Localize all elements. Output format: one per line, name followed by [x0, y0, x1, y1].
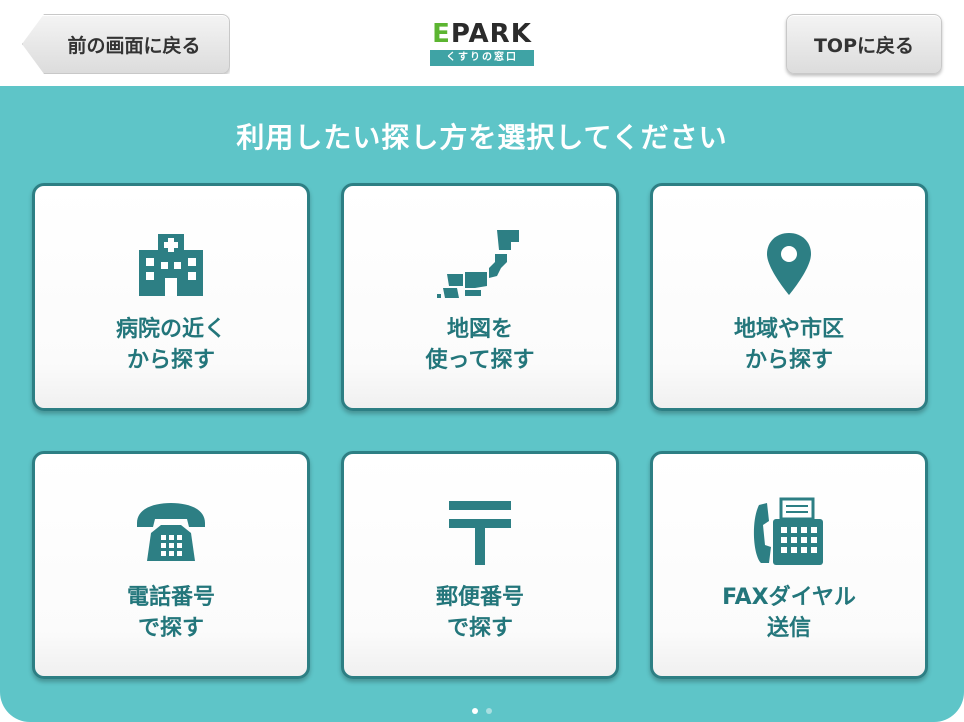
option-label-line1: FAXダイヤル: [722, 585, 856, 610]
option-area-search[interactable]: 地域や市区 から探す: [650, 183, 928, 411]
option-fax-dial[interactable]: FAXダイヤル 送信: [650, 451, 928, 679]
option-label: FAXダイヤル 送信: [722, 582, 856, 644]
option-map-search[interactable]: 地図を 使って探す: [341, 183, 619, 411]
top-button[interactable]: TOPに戻る: [786, 14, 942, 74]
option-label-line1: 病院の近く: [115, 317, 226, 342]
option-nearby-hospital[interactable]: 病院の近く から探す: [32, 183, 310, 411]
option-label-line1: 郵便番号: [435, 585, 524, 610]
option-label-line2: 送信: [766, 616, 811, 641]
option-label: 電話番号 で探す: [127, 582, 215, 644]
option-label: 地図を 使って探す: [426, 314, 535, 376]
option-phone-search[interactable]: 電話番号 で探す: [32, 451, 310, 679]
app-frame: 前の画面に戻る E PARK くすりの窓口 TOPに戻る 利用したい探し方を選択し…: [0, 0, 964, 722]
logo-subtitle: くすりの窓口: [430, 50, 534, 66]
option-label: 地域や市区 から探す: [734, 314, 844, 376]
page-indicator: [0, 708, 964, 714]
option-label-line2: から探す: [126, 348, 215, 373]
back-button[interactable]: 前の画面に戻る: [22, 14, 230, 74]
top-button-label: TOPに戻る: [813, 34, 915, 57]
postal-mark-icon: [435, 496, 525, 568]
location-pin-icon: [744, 228, 834, 300]
option-label-line1: 地図を: [446, 317, 513, 342]
japan-map-icon: [435, 228, 525, 300]
option-postal-search[interactable]: 郵便番号 で探す: [341, 451, 619, 679]
epark-logo: E PARK くすりの窓口: [428, 19, 536, 68]
telephone-icon: [126, 496, 216, 568]
logo-wordmark: E PARK: [428, 19, 536, 49]
option-label: 病院の近く から探す: [116, 314, 226, 376]
page-dot-active[interactable]: [472, 708, 478, 714]
back-button-label: 前の画面に戻る: [67, 34, 201, 57]
logo-park: PARK: [450, 19, 532, 49]
option-label-line2: から探す: [744, 348, 833, 373]
option-label-line1: 地域や市区: [733, 317, 844, 342]
logo-e: E: [432, 19, 451, 49]
hospital-icon: [126, 228, 216, 300]
option-label-line2: で探す: [446, 616, 513, 641]
fax-icon: [744, 496, 834, 568]
page-dot[interactable]: [486, 708, 492, 714]
header: 前の画面に戻る E PARK くすりの窓口 TOPに戻る: [0, 0, 964, 86]
option-label-line2: 使って探す: [425, 348, 535, 373]
option-label-line1: 電話番号: [126, 585, 215, 610]
option-label: 郵便番号 で探す: [436, 582, 524, 644]
page-title: 利用したい探し方を選択してください: [236, 121, 728, 154]
main-panel: 利用したい探し方を選択してください 病院の近く から探す 地図を 使って探す 地…: [0, 86, 964, 722]
option-label-line2: で探す: [137, 616, 204, 641]
